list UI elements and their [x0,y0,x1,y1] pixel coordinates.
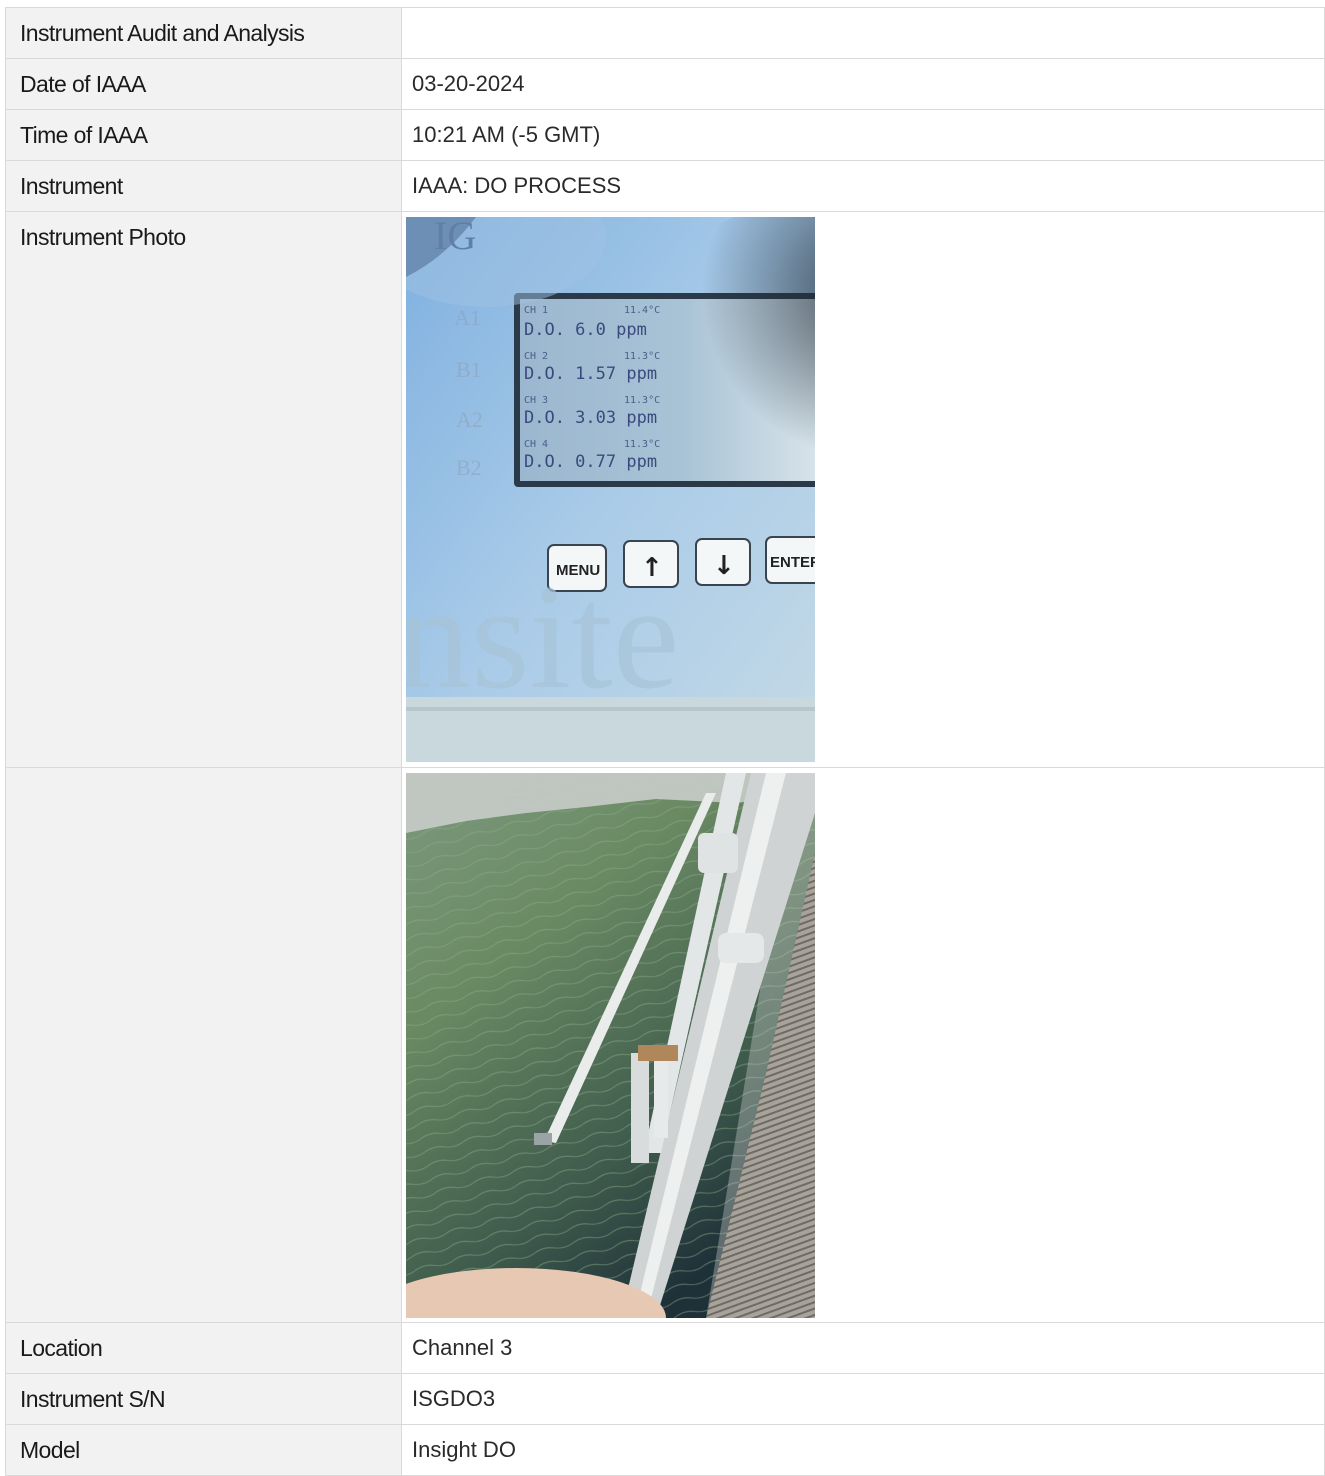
table-row: Time of IAAA 10:21 AM (-5 GMT) [5,109,1325,161]
display-ch: CH 3 [524,395,548,406]
row-label: Time of IAAA [5,109,402,161]
channel-label: B2 [456,455,482,480]
table-row: Instrument Audit and Analysis [5,7,1325,59]
display-temp: 11.3°C [624,439,660,450]
display-ch: CH 1 [524,305,548,316]
row-label: Model [5,1424,402,1476]
instrument-photo[interactable]: IG A1 B1 A2 B2 CH 1 11.4°C D.O. 6.0 ppm … [406,217,815,762]
down-button-label: ↓ [713,551,735,581]
channel-label: A2 [456,407,483,432]
brand-text: nsite [406,554,679,720]
row-label: Date of IAAA [5,58,402,110]
display-reading: D.O. 3.03 ppm [524,408,657,428]
table-row: Instrument Photo A1 B1 A2 B2 CH 1 11.4°C… [5,211,1325,768]
table-row: Location Channel 3 [5,1322,1325,1374]
display-ch: CH 4 [524,439,548,450]
model-value: Insight DO [401,1424,1325,1476]
row-label: Instrument S/N [5,1373,402,1425]
instrument-value: IAAA: DO PROCESS [401,160,1325,212]
row-label: Instrument Audit and Analysis [5,7,402,59]
row-label: Location [5,1322,402,1374]
table-row: Instrument IAAA: DO PROCESS [5,160,1325,212]
display-reading: D.O. 6.0 ppm [524,320,647,340]
date-value: 03-20-2024 [401,58,1325,110]
channel-label: A1 [454,305,481,330]
row-label: Instrument [5,160,402,212]
display-temp: 11.3°C [624,395,660,406]
table-row: Model Insight DO [5,1424,1325,1476]
enter-button-label: ENTER [770,554,815,571]
site-photo[interactable] [406,773,815,1318]
row-label-empty [5,767,402,1323]
table-row [5,767,1325,1323]
display-reading: D.O. 0.77 ppm [524,452,657,472]
photo-cell: IG A1 B1 A2 B2 CH 1 11.4°C D.O. 6.0 ppm … [401,211,1325,768]
iaaa-report-table: Instrument Audit and Analysis Date of IA… [5,7,1325,1476]
row-value [401,7,1325,59]
serial-value: ISGDO3 [401,1373,1325,1425]
display-ch: CH 2 [524,351,548,362]
time-value: 10:21 AM (-5 GMT) [401,109,1325,161]
table-row: Instrument S/N ISGDO3 [5,1373,1325,1425]
photo-cell [401,767,1325,1323]
display-reading: D.O. 1.57 ppm [524,364,657,384]
photo-label: Instrument Photo [5,211,402,768]
channel-label: B1 [456,357,482,382]
location-value: Channel 3 [401,1322,1325,1374]
table-row: Date of IAAA 03-20-2024 [5,58,1325,110]
